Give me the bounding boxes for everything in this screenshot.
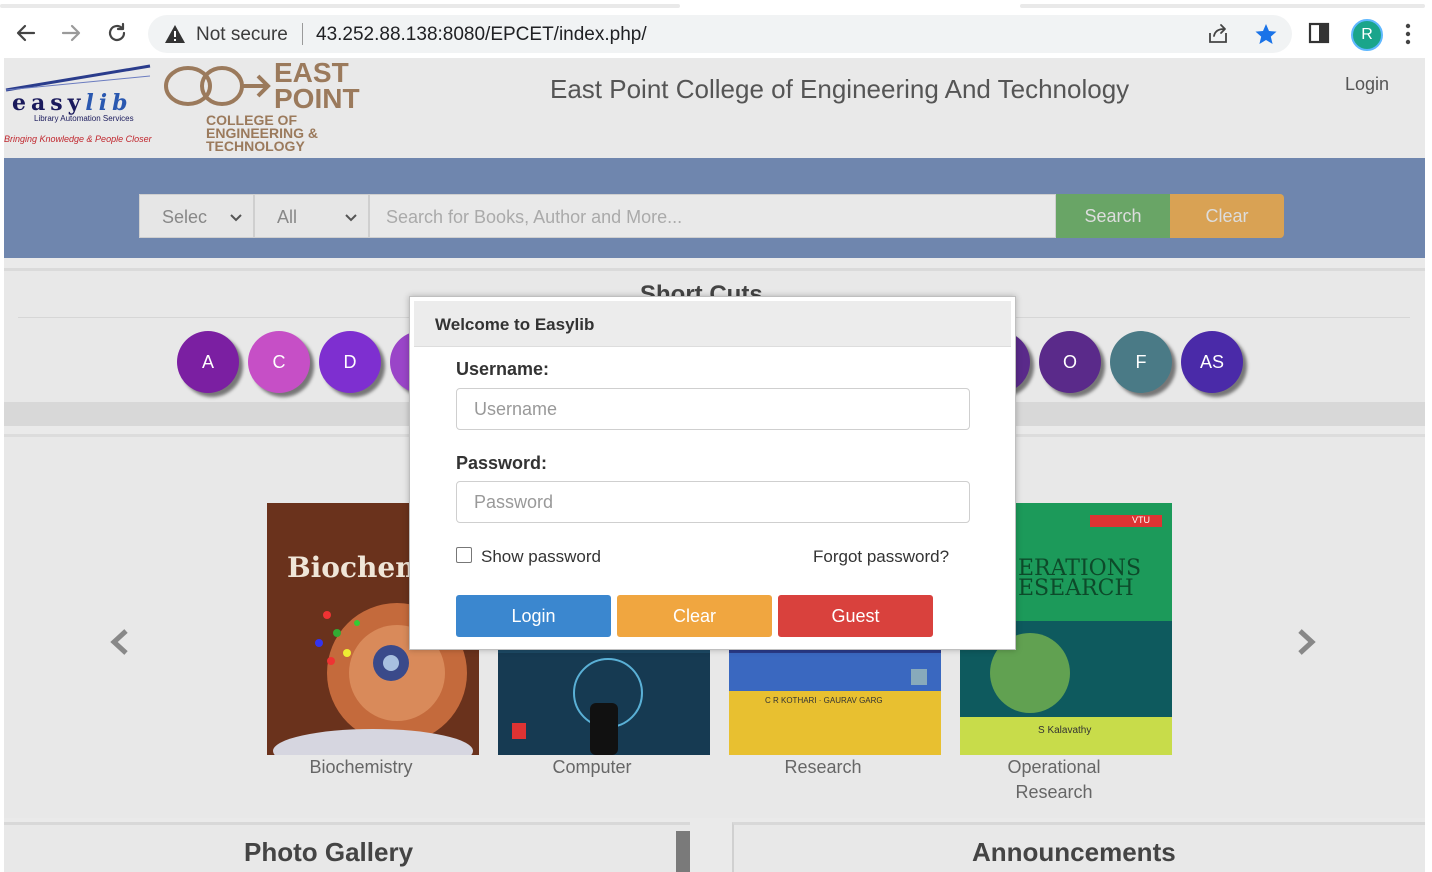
scope-select-value: All [277,207,298,227]
category-select[interactable]: Selec [139,194,254,238]
photo-gallery-title: Photo Gallery [244,837,414,867]
easylib-tagline: Library Automation Services [34,114,134,123]
book-title[interactable]: Research [717,755,929,780]
chevron-left-icon[interactable] [108,627,132,662]
shortcut-letter[interactable]: AS [1181,331,1243,393]
browser-chrome: Not secure 43.252.88.138:8080/EPCET/inde… [0,0,1432,58]
modal-title: Welcome to Easylib [435,315,595,334]
tab-strip [0,4,1432,8]
epcet-line2: POINT [274,83,360,114]
book-cover-badge: VTU [1132,515,1150,525]
search-input[interactable]: Search for Books, Author and More... [369,194,1056,238]
easylib-slogan: Bringing Knowledge & People Closer [4,134,152,144]
easylib-word-a: easy [12,90,86,116]
shortcut-letter[interactable]: C [248,331,310,393]
shortcut-letter[interactable]: D [319,331,381,393]
address-bar[interactable]: Not secure 43.252.88.138:8080/EPCET/inde… [148,15,1292,53]
site-header: easylib Library Automation Services Brin… [4,58,1425,158]
forgot-password-link[interactable]: Forgot password? [813,547,949,567]
announcements-panel: Announcements [732,822,1425,872]
chevron-down-icon [344,209,358,230]
easylib-logo: easylib Library Automation Services Brin… [4,58,152,158]
forward-icon[interactable] [56,18,86,48]
photo-gallery-panel: Photo Gallery [4,822,690,872]
address-divider [302,23,303,45]
bookmark-star-icon[interactable] [1254,22,1278,51]
category-select-value: Selec [162,207,208,227]
book-cover-text: C R KOTHARI · GAURAV GARG [765,696,883,705]
book-title[interactable]: Operational Research [948,755,1160,805]
show-password-checkbox[interactable] [456,547,472,563]
password-label: Password: [456,453,548,473]
warning-icon [164,24,186,49]
search-clear-button[interactable]: Clear [1170,194,1284,238]
book-title[interactable]: Biochemistry [255,755,467,780]
shortcut-letter[interactable]: A [177,331,239,393]
side-panel-icon[interactable] [1308,22,1330,49]
chevron-down-icon [229,209,243,230]
book-cover-text: ESEARCH [1018,576,1134,601]
profile-avatar[interactable]: R [1351,19,1383,51]
scope-select[interactable]: All [254,194,369,238]
modal-header: Welcome to Easylib [414,301,1011,347]
username-label: Username: [456,359,550,379]
menu-kebab-icon[interactable] [1404,22,1412,51]
show-password-label[interactable]: Show password [481,547,601,567]
gallery-scrollbar[interactable] [676,831,690,872]
shortcut-letter[interactable]: O [1039,331,1101,393]
announcements-title: Announcements [972,837,1176,867]
book-cover-author: S Kalavathy [1038,725,1092,736]
epcet-logo: EAST POINT COLLEGE OF ENGINEERING & TECHNOL… [154,58,404,158]
epcet-emblem-icon [164,66,271,106]
login-button[interactable]: Login [456,595,611,637]
search-bar: Selec All Search for Books, Author and M… [4,158,1425,258]
security-label[interactable]: Not secure [196,24,288,46]
guest-button[interactable]: Guest [778,595,933,637]
password-input[interactable] [456,481,970,523]
back-icon[interactable] [11,18,41,48]
header-login-link[interactable]: Login [1345,74,1389,95]
chevron-right-icon[interactable] [1294,627,1318,662]
share-icon[interactable] [1206,23,1230,50]
easylib-word-b: lib [85,90,133,116]
reload-icon[interactable] [102,18,132,48]
url-text[interactable]: 43.252.88.138:8080/EPCET/index.php/ [316,24,647,46]
search-button[interactable]: Search [1056,194,1170,238]
clear-button[interactable]: Clear [617,595,772,637]
login-modal: Welcome to Easylib Username: Password: S… [409,296,1016,650]
epcet-sub3: TECHNOLOGY [206,138,305,154]
shortcut-letter[interactable]: F [1110,331,1172,393]
username-input[interactable] [456,388,970,430]
college-title: East Point College of Engineering And Te… [550,74,1130,104]
book-title[interactable]: Computer [486,755,698,780]
